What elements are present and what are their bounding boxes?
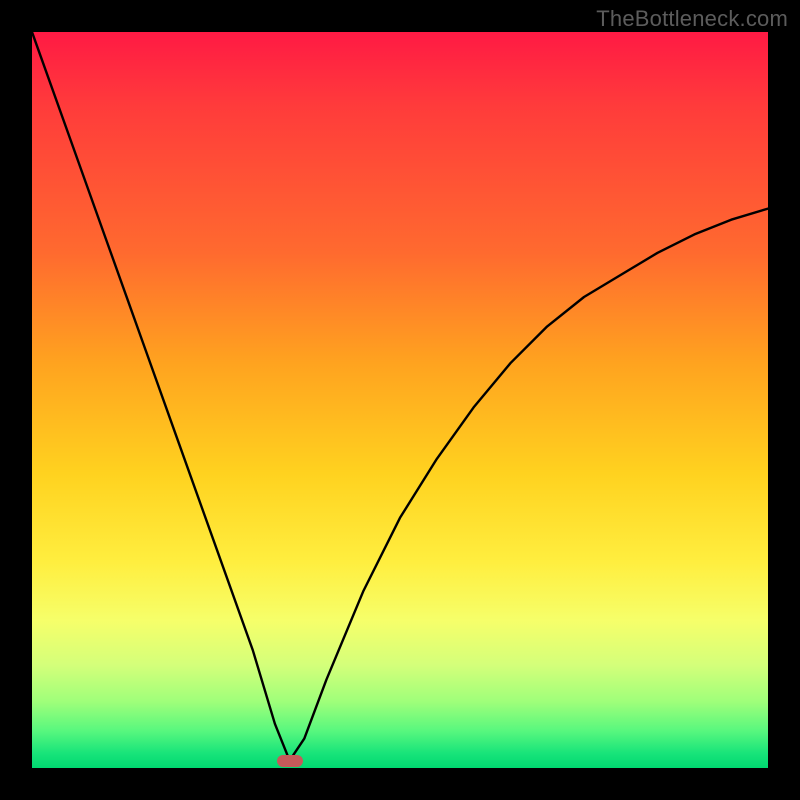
- curve-layer: [32, 32, 768, 768]
- plot-area: [32, 32, 768, 768]
- watermark-text: TheBottleneck.com: [596, 6, 788, 32]
- bottleneck-curve: [32, 32, 768, 761]
- optimum-marker: [277, 755, 303, 767]
- outer-frame: TheBottleneck.com: [0, 0, 800, 800]
